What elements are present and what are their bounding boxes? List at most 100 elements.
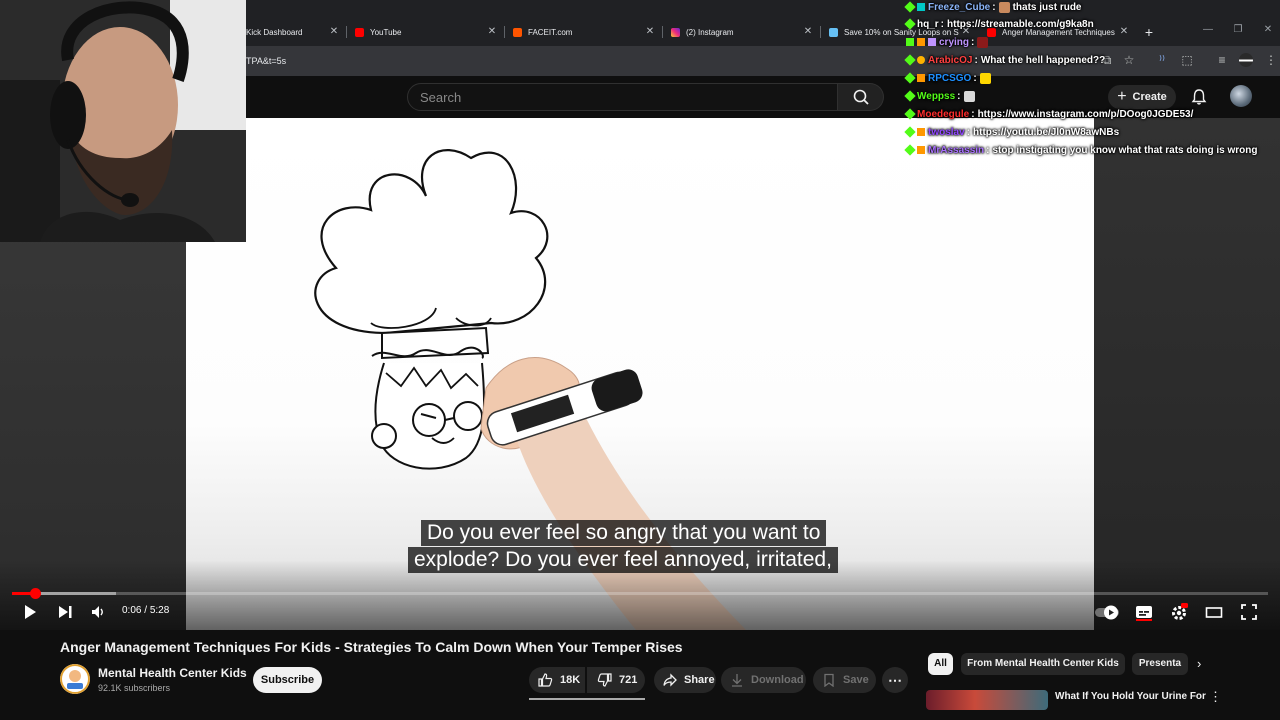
badge-icon — [904, 1, 916, 13]
chat-message: RPCSGO: — [904, 70, 991, 86]
subscriber-badge-icon — [917, 146, 925, 154]
share-label: Share — [684, 674, 715, 686]
chip-all[interactable]: All — [928, 653, 953, 675]
theater-icon[interactable] — [1205, 603, 1223, 621]
video-title: Anger Management Techniques For Kids - S… — [60, 639, 683, 655]
subscriber-badge-icon — [917, 3, 925, 11]
stream-chat-overlay: Freeze_Cube: thats just rude hq_r: https… — [904, 0, 1276, 160]
recommendation-thumbnail[interactable] — [926, 690, 1048, 710]
time-current: 0:06 — [122, 605, 142, 616]
chip-presentations[interactable]: Presenta — [1132, 653, 1188, 675]
dislike-button[interactable]: 721 — [587, 667, 645, 693]
chat-username: hq_r — [917, 18, 939, 30]
chat-message: ArabicOJ: What the hell happened?? — [904, 52, 1105, 68]
chat-username: ArabicOJ — [928, 54, 973, 66]
chat-text: https://www.instagram.com/p/DOog0JGDE53/ — [977, 108, 1194, 120]
subscribe-button[interactable]: Subscribe — [253, 667, 322, 693]
chat-username: Weppss — [917, 90, 956, 102]
close-icon[interactable]: ✕ — [644, 25, 656, 39]
download-button[interactable]: Download — [721, 667, 806, 693]
search-placeholder: Search — [420, 90, 462, 105]
chat-username: RPCSGO — [928, 72, 972, 84]
webcam-overlay — [0, 0, 246, 242]
autoplay-toggle-icon[interactable] — [1094, 603, 1122, 621]
tab-divider — [820, 26, 821, 38]
time-display: 0:06 / 5:28 — [122, 605, 169, 616]
save-icon — [824, 673, 834, 687]
volume-icon[interactable] — [89, 603, 107, 621]
youtube-favicon-icon — [355, 27, 364, 37]
tab-label: (2) Instagram — [686, 27, 734, 37]
chat-emote-icon — [963, 90, 975, 102]
close-icon[interactable]: ✕ — [802, 25, 814, 39]
recommendation-menu-icon[interactable]: ⋮ — [1209, 689, 1222, 705]
chat-username: Moedegule — [917, 108, 970, 120]
chevron-right-icon[interactable]: › — [1197, 656, 1201, 671]
faceit-favicon-icon — [513, 27, 522, 37]
chip-from-channel[interactable]: From Mental Health Center Kids — [961, 653, 1125, 675]
chat-emote-icon — [977, 36, 989, 48]
tab-instagram[interactable]: (2) Instagram — [671, 22, 801, 42]
recommendation-title[interactable]: What If You Hold Your Urine For — [1055, 691, 1206, 702]
address-bar[interactable]: TPA&t=5s — [246, 56, 286, 66]
tab-youtube[interactable]: YouTube — [355, 22, 485, 42]
tab-label: YouTube — [370, 27, 402, 37]
badge-icon — [906, 38, 914, 46]
channel-avatar[interactable] — [60, 664, 90, 694]
chat-message: hq_r: https://streamable.com/g9ka8n — [904, 16, 1094, 32]
time-separator: / — [141, 605, 150, 616]
more-icon: ⋯ — [888, 671, 902, 688]
progress-scrubber[interactable] — [29, 588, 41, 599]
chat-message: Weppss: — [904, 88, 975, 104]
dislike-count: 721 — [619, 674, 638, 686]
like-icon — [538, 673, 553, 687]
progress-bar[interactable] — [12, 592, 1268, 595]
subscriber-badge-icon — [917, 74, 925, 82]
badge-icon — [904, 72, 916, 84]
search-icon — [853, 89, 869, 105]
share-button[interactable]: Share — [654, 667, 716, 693]
save-label: Save — [843, 674, 869, 686]
instagram-favicon-icon — [671, 27, 680, 37]
badge-icon — [904, 126, 916, 138]
more-actions-button[interactable]: ⋯ — [882, 667, 908, 693]
chat-text: https://youtu.be/Jl0nW8awNBs — [973, 126, 1120, 138]
badge-icon — [904, 108, 916, 120]
chat-username: crying — [939, 36, 970, 48]
settings-icon[interactable] — [1170, 603, 1188, 621]
badge-icon — [904, 18, 916, 30]
subscriber-count: 92.1K subscribers — [98, 683, 171, 693]
subscriber-badge-icon — [917, 128, 925, 136]
chat-message: MrAssassin: stop instigating you know wh… — [904, 142, 1257, 158]
like-button[interactable]: 18K — [529, 667, 585, 693]
chat-message: crying: — [906, 34, 989, 50]
tab-divider — [504, 26, 505, 38]
download-label: Download — [751, 674, 804, 686]
badge-icon — [904, 90, 916, 102]
like-count: 18K — [560, 674, 581, 686]
tab-kick-dashboard[interactable]: Kick Dashboard — [246, 22, 330, 42]
vip-badge-icon — [928, 38, 936, 46]
save-button[interactable]: Save — [813, 667, 876, 693]
tab-label: FACEIT.com — [528, 27, 573, 37]
fullscreen-icon[interactable] — [1240, 603, 1258, 621]
tab-divider — [662, 26, 663, 38]
chat-emote-icon — [998, 1, 1010, 13]
channel-name[interactable]: Mental Health Center Kids — [98, 666, 247, 680]
subtitles-icon[interactable] — [1135, 603, 1153, 621]
tab-faceit[interactable]: FACEIT.com — [513, 22, 643, 42]
search-input[interactable]: Search — [407, 83, 838, 111]
download-icon — [732, 674, 742, 687]
next-icon[interactable] — [56, 603, 74, 621]
chat-message: Freeze_Cube: thats just rude — [904, 0, 1082, 15]
search-button[interactable] — [838, 83, 884, 111]
chat-message: Moedegule: https://www.instagram.com/p/D… — [904, 106, 1194, 122]
share-icon — [663, 673, 677, 687]
like-ratio-bar — [529, 698, 645, 700]
play-icon[interactable] — [21, 603, 39, 621]
dislike-icon — [597, 673, 612, 687]
subscriber-badge-icon — [917, 56, 925, 64]
close-icon[interactable]: ✕ — [486, 25, 498, 39]
chat-username: MrAssassin — [928, 144, 985, 156]
close-icon[interactable]: ✕ — [328, 25, 340, 39]
